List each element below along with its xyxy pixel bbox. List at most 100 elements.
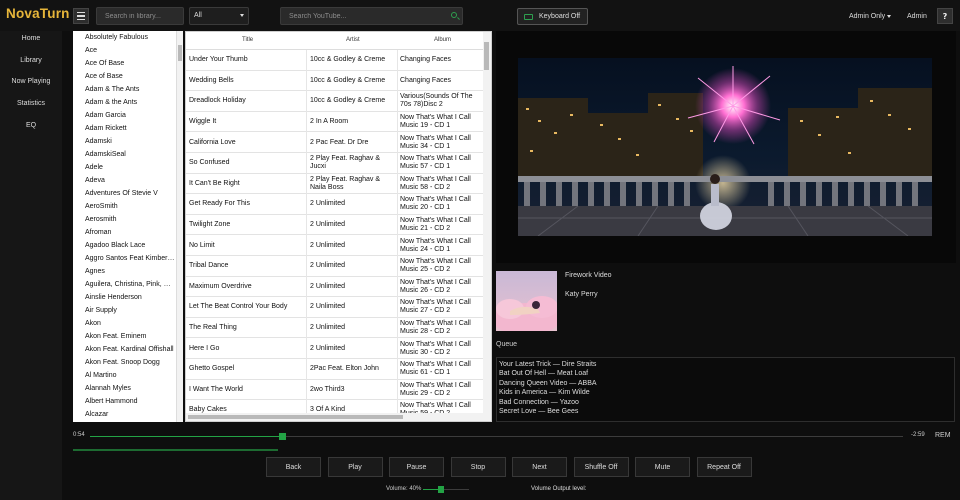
- table-row[interactable]: Ghetto Gospel 2Pac Feat. Elton John Now Th…: [186, 358, 483, 380]
- table-row[interactable]: Wiggle It 2 In A Room Now That's What I Ca…: [186, 111, 483, 133]
- admin-link[interactable]: Admin: [907, 13, 927, 20]
- track-title-cell: Wiggle It: [189, 111, 307, 133]
- artist-list-item[interactable]: Adamski: [73, 135, 176, 148]
- repeat-button[interactable]: Repeat Off: [696, 457, 752, 477]
- artist-list-item[interactable]: Akon: [73, 317, 176, 330]
- youtube-search-input[interactable]: [280, 7, 463, 25]
- next-button[interactable]: Next: [512, 457, 567, 477]
- table-row[interactable]: The Real Thing 2 Unlimited Now That's What…: [186, 317, 483, 339]
- pause-button[interactable]: Pause: [389, 457, 444, 477]
- table-row[interactable]: Under Your Thumb 10cc & Godley & Creme Cha…: [186, 50, 483, 71]
- nav-item-home[interactable]: Home: [0, 35, 62, 42]
- artist-list-item[interactable]: Adam Garcia: [73, 109, 176, 122]
- admin-only-dropdown[interactable]: Admin Only: [849, 13, 892, 20]
- stop-button[interactable]: Stop: [450, 457, 506, 477]
- track-artist-cell: 2 Unlimited: [310, 255, 398, 277]
- artist-list-item[interactable]: Agadoo Black Lace: [73, 239, 176, 252]
- chevron-down-icon: [240, 14, 244, 17]
- artist-list-item[interactable]: Akon Feat. Kardinal Offishall: [73, 343, 176, 356]
- nav-item-library[interactable]: Library: [0, 57, 62, 64]
- artist-list-item[interactable]: Al Martino: [73, 369, 176, 382]
- artist-list-item[interactable]: Adam & the Ants: [73, 96, 176, 109]
- track-table-horizontal-scrollbar[interactable]: [186, 413, 483, 421]
- artist-list-item[interactable]: Air Supply: [73, 304, 176, 317]
- artist-list-item[interactable]: Aguilera, Christina, Pink, Mya: [73, 278, 176, 291]
- back-button[interactable]: Back: [266, 457, 321, 477]
- artist-list-item[interactable]: Absolutely Fabulous: [73, 31, 176, 44]
- artist-list-item[interactable]: Adventures Of Stevie V: [73, 187, 176, 200]
- nav-item-statistics[interactable]: Statistics: [0, 100, 62, 107]
- library-search-input[interactable]: [96, 7, 184, 25]
- artist-list-item[interactable]: Adeva: [73, 174, 176, 187]
- keyboard-toggle-button[interactable]: Keyboard Off: [517, 8, 588, 25]
- queue-item[interactable]: Dancing Queen Video — ABBA: [499, 379, 952, 388]
- hamburger-menu-icon[interactable]: [73, 8, 89, 24]
- seek-slider-handle[interactable]: [278, 433, 286, 440]
- artist-list-item[interactable]: Agnes: [73, 265, 176, 278]
- track-table-horizontal-scroll-thumb[interactable]: [188, 415, 403, 419]
- table-row[interactable]: I Want The World 2wo Third3 Now That's Wha…: [186, 379, 483, 401]
- remaining-toggle[interactable]: REM: [935, 432, 951, 439]
- table-row[interactable]: Maximum Overdrive 2 Unlimited Now That's W…: [186, 276, 483, 298]
- seek-slider[interactable]: [90, 433, 903, 440]
- artist-list-item[interactable]: AdamskiSeal: [73, 148, 176, 161]
- volume-slider-handle[interactable]: [438, 486, 445, 493]
- track-album-cell: Now That's What I Call Music 58 - CD 2: [400, 175, 471, 191]
- column-header-artist[interactable]: Artist: [346, 37, 360, 43]
- column-header-title[interactable]: Title: [242, 37, 253, 43]
- artist-list-item[interactable]: Ainslie Henderson: [73, 291, 176, 304]
- track-title-cell: No Limit: [189, 235, 307, 256]
- volume-slider[interactable]: [423, 486, 469, 493]
- column-header-album[interactable]: Album: [434, 37, 451, 43]
- table-row[interactable]: Let The Beat Control Your Body 2 Unlimite…: [186, 297, 483, 318]
- table-row[interactable]: Tribal Dance 2 Unlimited Now That's What I…: [186, 255, 483, 277]
- queue-item[interactable]: Bat Out Of Hell — Meat Loaf: [499, 369, 952, 378]
- queue-item[interactable]: Kids in America — Kim Wilde: [499, 388, 952, 397]
- table-row[interactable]: So Confused 2 Play Feat. Raghav & Jucxi No…: [186, 152, 483, 174]
- artist-list-item[interactable]: Ace Of Base: [73, 57, 176, 70]
- table-row[interactable]: California Love 2 Pac Feat. Dr Dre Now Tha…: [186, 132, 483, 153]
- artist-list-scrollbar[interactable]: [176, 31, 183, 422]
- video-player[interactable]: [496, 31, 956, 263]
- artist-list-item[interactable]: Adam Rickett: [73, 122, 176, 135]
- table-row[interactable]: It Can't Be Right 2 Play Feat. Raghav & N…: [186, 173, 483, 195]
- artist-list-item[interactable]: Afroman: [73, 226, 176, 239]
- track-table-scroll-thumb[interactable]: [484, 42, 489, 70]
- artist-list-item[interactable]: Alcazar: [73, 408, 176, 421]
- shuffle-button[interactable]: Shuffle Off: [573, 457, 629, 477]
- artist-list-item[interactable]: Alannah Myles: [73, 382, 176, 395]
- nav-item-now-playing[interactable]: Now Playing: [0, 78, 62, 85]
- artist-list-item[interactable]: Ace of Base: [73, 70, 176, 83]
- table-row[interactable]: Here I Go 2 Unlimited Now That's What I Ca…: [186, 338, 483, 359]
- table-row[interactable]: Twilight Zone 2 Unlimited Now That's What …: [186, 214, 483, 236]
- track-title-cell: Wedding Bells: [189, 70, 307, 92]
- queue-item[interactable]: Your Latest Trick — Dire Straits: [499, 360, 952, 369]
- filter-select[interactable]: All: [189, 7, 249, 25]
- track-title-cell: So Confused: [189, 152, 307, 174]
- table-row[interactable]: Get Ready For This 2 Unlimited Now That's …: [186, 194, 483, 215]
- track-album-cell: Now That's What I Call Music 27 - CD 2: [400, 299, 471, 315]
- artist-list-item[interactable]: Aerosmith: [73, 213, 176, 226]
- queue-item[interactable]: Secret Love — Bee Gees: [499, 407, 952, 416]
- track-artist-cell: 2 Unlimited: [310, 194, 398, 215]
- artist-list-item[interactable]: Adele: [73, 161, 176, 174]
- artist-list-item[interactable]: Ace: [73, 44, 176, 57]
- artist-list-item[interactable]: Aggro Santos Feat Kimberly Wyatt: [73, 252, 176, 265]
- nav-item-eq[interactable]: EQ: [0, 122, 62, 129]
- track-table-scrollbar[interactable]: [483, 32, 491, 421]
- artist-list-item[interactable]: Akon Feat. Snoop Dogg: [73, 356, 176, 369]
- table-row[interactable]: No Limit 2 Unlimited Now That's What I Cal…: [186, 235, 483, 256]
- table-row[interactable]: Dreadlock Holiday 10cc & Godley & Creme Va…: [186, 91, 483, 112]
- search-icon[interactable]: [451, 12, 457, 18]
- help-button[interactable]: ?: [937, 8, 953, 24]
- play-button[interactable]: Play: [327, 457, 383, 477]
- queue-item[interactable]: Bad Connection — Yazoo: [499, 398, 952, 407]
- artist-list-item[interactable]: Akon Feat. Eminem: [73, 330, 176, 343]
- mute-button[interactable]: Mute: [635, 457, 690, 477]
- volume-output-label: Volume Output level:: [531, 486, 587, 492]
- artist-list-item[interactable]: Adam & The Ants: [73, 83, 176, 96]
- artist-list-scroll-thumb[interactable]: [178, 45, 182, 61]
- artist-list-item[interactable]: Albert Hammond: [73, 395, 176, 408]
- table-row[interactable]: Wedding Bells 10cc & Godley & Creme Changi…: [186, 70, 483, 92]
- artist-list-item[interactable]: AeroSmith: [73, 200, 176, 213]
